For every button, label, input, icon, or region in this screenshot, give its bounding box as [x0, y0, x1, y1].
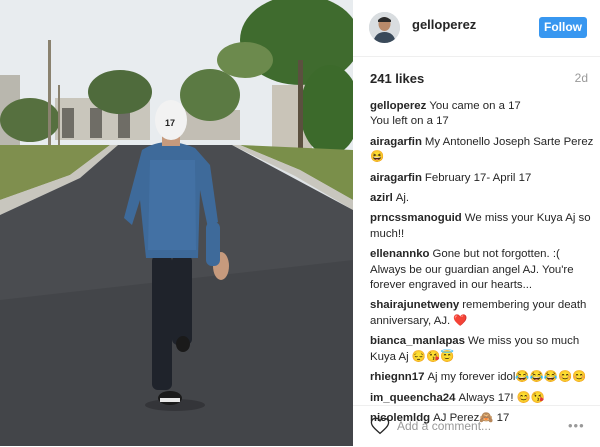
post-photo[interactable]: 17	[0, 0, 353, 446]
comment-username[interactable]: ellenannko	[370, 248, 430, 260]
comment-username[interactable]: airagarfin	[370, 172, 422, 184]
avatar-image	[369, 12, 400, 43]
comment-text: February 17- April 17	[424, 171, 532, 184]
comment-username[interactable]: airagarfin	[370, 136, 422, 148]
comment-item: shairajunetweny remembering your death an…	[370, 298, 594, 329]
photo-scene: 17	[0, 0, 353, 446]
comment-username[interactable]: prncssmanoguid	[370, 212, 462, 224]
post-time[interactable]: 2d	[575, 71, 588, 85]
comment-username[interactable]: gelloperez	[370, 100, 426, 112]
comment-text: Aj.	[395, 192, 410, 205]
heart-icon[interactable]	[370, 417, 390, 435]
comment-item: airagarfin February 17- April 17	[370, 171, 594, 186]
comment-username[interactable]: rhiegnn17	[370, 371, 424, 383]
header-username[interactable]: gelloperez	[412, 17, 476, 32]
comment-username[interactable]: shairajunetweny	[370, 299, 459, 311]
avatar[interactable]	[369, 12, 400, 43]
post-header: gelloperez Follow	[353, 0, 600, 57]
comment-item: prncssmanoguid We miss your Kuya Aj so mu…	[370, 211, 594, 242]
likes-count[interactable]: 241 likes	[370, 71, 424, 86]
add-comment-input[interactable]: Add a comment...	[397, 419, 491, 433]
cap-number: 17	[165, 118, 175, 128]
comment-username[interactable]: im_queencha24	[370, 392, 455, 404]
comment-item: azirl Aj.	[370, 191, 594, 206]
comment-item: gelloperez You came on a 17 You left on a…	[370, 99, 594, 130]
comment-username[interactable]: azirl	[370, 192, 393, 204]
comment-username[interactable]: bianca_manlapas	[370, 335, 465, 347]
more-options-icon[interactable]: •••	[568, 418, 585, 433]
comment-item: airagarfin My Antonello Joseph Sarte Pere…	[370, 135, 594, 166]
comment-item: rhiegnn17 Aj my forever idol😂😂😂😊😊	[370, 370, 594, 385]
add-comment-bar: Add a comment... •••	[353, 405, 600, 447]
likes-row: 241 likes 2d	[370, 71, 588, 86]
comment-item: bianca_manlapas We miss you so much Kuya …	[370, 334, 594, 365]
comment-item: ellenannko Gone but not forgotten. :( Alw…	[370, 247, 594, 293]
comment-list: gelloperez You came on a 17 You left on a…	[370, 99, 594, 431]
comment-item: im_queencha24 Always 17! 😊😘	[370, 391, 594, 406]
comment-text: Aj my forever idol😂😂😂😊😊	[427, 371, 587, 384]
post-sidebar: gelloperez Follow 241 likes 2d gellopere…	[353, 0, 600, 446]
follow-button[interactable]: Follow	[539, 17, 587, 38]
comment-text: Always 17! 😊😘	[458, 391, 546, 404]
instagram-post: 17 gelloperez Follow 241 likes 2d gellop…	[0, 0, 600, 446]
